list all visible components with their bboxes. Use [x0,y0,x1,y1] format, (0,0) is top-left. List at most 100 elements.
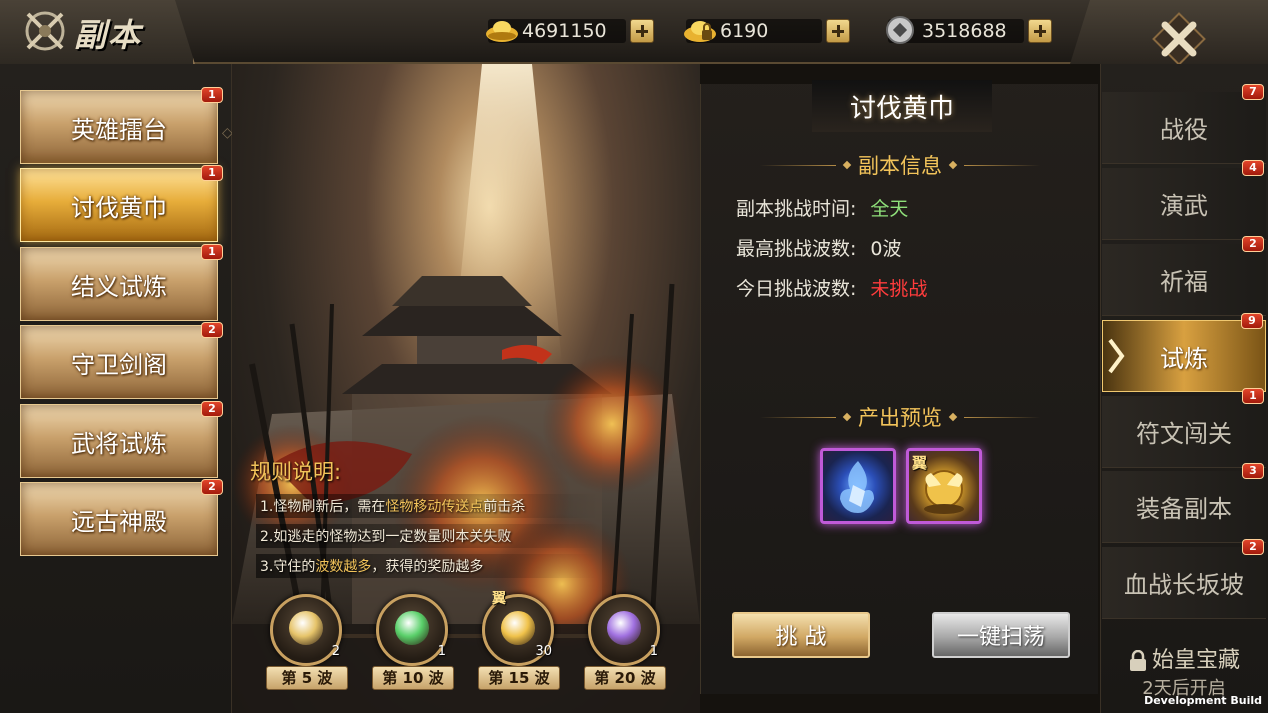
currency-bound-gold: 6190 [684,18,850,44]
wing-tag: 翼 [912,454,928,472]
wave-label: 第 15 波 [478,666,560,690]
right-tab-label: 战役 [1160,116,1208,144]
info-row-1: 副本挑战时间: 全天 [736,194,908,221]
wave-label: 第 20 波 [584,666,666,690]
wave-label: 第 10 波 [372,666,454,690]
info-row-value: 0波 [870,238,902,260]
info-row-label: 副本挑战时间: [736,198,857,220]
notification-badge: 2 [201,322,223,338]
info-row-3: 今日挑战波数: 未挑战 [736,274,927,301]
section-reward-preview: 产出预览 [760,402,1040,432]
notification-badge: 1 [201,165,223,181]
dungeon-title: 讨伐黄巾 [849,93,954,124]
rule-text: 3.守住的 [260,559,316,575]
section-dungeon-info-label: 副本信息 [858,154,942,178]
left-menu-item-label: 英雄擂台 [71,115,167,144]
wave-label: 第 5 波 [266,666,348,690]
wave-reward-count: 1 [649,644,658,659]
wave-orb-core [607,611,641,645]
wave-reward-4[interactable]: 1 第 20 波 [584,594,668,694]
right-tab-label: 符文闯关 [1136,420,1232,448]
locked-treasure[interactable]: 始皇宝藏 2天后开启 [1104,642,1264,700]
notification-badge: 1 [201,244,223,260]
left-menu-item-label: 远古神殿 [71,507,167,536]
notification-badge: 1 [201,87,223,103]
wave-reward-3[interactable]: 翼 30 第 15 波 [478,591,562,694]
right-tab-label: 装备副本 [1136,495,1232,523]
locked-treasure-name: 始皇宝藏 [1151,648,1240,673]
currency-silver: 3518688 [886,16,1052,44]
wave-reward-count: 2 [331,644,340,659]
notification-badge: 2 [1242,236,1264,252]
right-tab-3[interactable]: 祈福 2 [1102,236,1266,316]
left-menu-item-label: 结义试炼 [71,272,167,301]
lock-icon [1129,650,1146,671]
rules-list: 1.怪物刷新后，需在怪物移动传送点前击杀 2.如逃走的怪物达到一定数量则本关失败 3… [250,494,600,578]
left-menu-item-5[interactable]: 武将试炼 2 [20,401,223,478]
wave-orb-core [395,611,429,645]
rule-line: 1.怪物刷新后，需在怪物移动传送点前击杀 [256,494,600,518]
section-reward-preview-label: 产出预览 [858,406,942,430]
rule-text: 2.如逃走的怪物达到一定数量则本关失败 [260,529,512,545]
info-row-2: 最高挑战波数: 0波 [736,234,902,261]
wave-orb-core [501,611,535,645]
notification-badge: 2 [1242,539,1264,555]
rule-text: ，获得的奖励越多 [371,559,484,575]
notification-badge: 3 [1242,463,1264,479]
add-silver-button[interactable] [1028,19,1052,43]
gold-ingot-icon [486,21,518,42]
right-tab-label: 祈福 [1160,268,1208,296]
right-tab-2[interactable]: 演武 4 [1102,160,1266,240]
page-title: 副本 [74,16,143,54]
build-label: Development Build [1144,694,1262,707]
section-dungeon-info: 副本信息 [760,150,1040,180]
reward-item-1[interactable] [820,448,896,524]
close-icon[interactable] [1148,8,1210,70]
gold-amount: 4691150 [522,20,607,42]
left-menu-item-label: 讨伐黄巾 [71,193,167,222]
left-menu-item-6[interactable]: 远古神殿 2 [20,479,223,556]
right-tab-label: 试炼 [1160,344,1208,373]
info-row-label: 最高挑战波数: [736,238,857,260]
notification-badge: 2 [201,401,223,417]
notification-badge: 9 [1241,313,1263,329]
wave-rewards: 2 第 5 波 1 第 10 波 翼 30 第 15 波 1 第 20 波 [266,591,676,694]
right-tab-7[interactable]: 血战长坂坡 2 [1102,539,1266,619]
add-gold-button[interactable] [630,19,654,43]
locked-gold-ingot-icon [684,21,716,42]
reward-item-2[interactable]: 翼 [906,448,982,524]
left-menu-item-label: 守卫剑阁 [71,350,167,379]
rules-panel: 规则说明: 1.怪物刷新后，需在怪物移动传送点前击杀 2.如逃走的怪物达到一定数量… [250,456,600,584]
left-menu-item-3[interactable]: 结义试炼 1 [20,244,223,321]
rule-text: 前击杀 [483,499,526,515]
right-tab-label: 血战长坂坡 [1124,571,1244,599]
right-tab-4[interactable]: 试炼 9 [1102,313,1266,392]
wave-reward-1[interactable]: 2 第 5 波 [266,594,350,694]
wing-tag: 翼 [492,591,506,607]
wave-reward-count: 30 [535,644,552,659]
notification-badge: 2 [201,479,223,495]
rules-title: 规则说明: [250,460,342,484]
wave-orb-core [289,611,323,645]
challenge-button[interactable]: 挑 战 [732,612,870,658]
notification-badge: 4 [1242,160,1264,176]
right-tab-6[interactable]: 装备副本 3 [1102,463,1266,543]
title-plate: 副本 [0,0,195,64]
rule-line: 2.如逃走的怪物达到一定数量则本关失败 [256,524,600,548]
silver-coin-icon [886,16,914,44]
wave-reward-2[interactable]: 1 第 10 波 [372,594,456,694]
notification-badge: 7 [1242,84,1264,100]
right-tab-5[interactable]: 符文闯关 1 [1102,388,1266,468]
rule-highlight: 怪物移动传送点 [385,499,484,515]
left-menu-item-2[interactable]: 讨伐黄巾 1 [20,165,223,242]
crossed-swords-icon [25,11,65,51]
left-menu-item-1[interactable]: 英雄擂台 1 [20,87,223,164]
add-bound-gold-button[interactable] [826,19,850,43]
rule-text: 1.怪物刷新后，需在 [260,499,386,515]
blue-flame-crystal-icon [840,461,874,513]
right-tab-label: 演武 [1160,192,1208,220]
chevron-right-icon [1108,338,1125,374]
right-tab-1[interactable]: 战役 7 [1102,84,1266,164]
sweep-button[interactable]: 一键扫荡 [932,612,1070,658]
left-menu-item-4[interactable]: 守卫剑阁 2 [20,322,223,399]
